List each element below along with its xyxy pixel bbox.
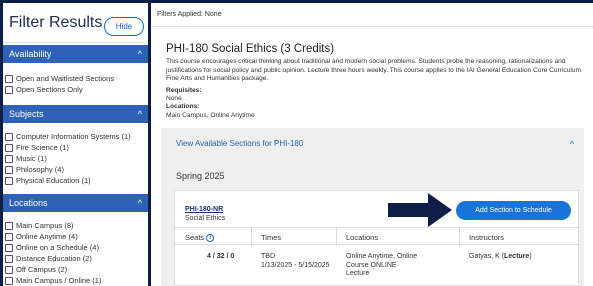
filter-option[interactable]: Open and Waitlisted Sections <box>5 73 146 84</box>
availability-section: Availability ^ Open and Waitlisted Secti… <box>3 45 148 105</box>
seats-value: 4 / 32 / 0 <box>207 253 235 260</box>
filter-option[interactable]: Physical Education (1) <box>5 175 146 186</box>
availability-toggle[interactable]: Availability ^ <box>3 45 148 63</box>
hide-filters-button[interactable]: Hide <box>104 17 144 36</box>
locations-label: Locations <box>9 198 48 208</box>
view-sections-link[interactable]: View Available Sections for PHI-180 <box>176 139 303 148</box>
table-row: 4 / 32 / 0 TBD 1/13/2025 - 5/15/2025 Onl… <box>175 247 578 286</box>
col-seats: Seats i <box>185 233 215 243</box>
checkbox[interactable] <box>5 85 13 94</box>
checkbox[interactable] <box>5 265 13 274</box>
option-label: Philosophy (4) <box>16 165 64 174</box>
divider <box>151 26 593 27</box>
chevron-up-icon: ^ <box>137 49 142 59</box>
checkbox[interactable] <box>5 243 13 252</box>
availability-label: Availability <box>9 49 52 59</box>
location-line: Lecture <box>346 270 370 277</box>
option-label: Fire Science (1) <box>16 143 69 152</box>
filter-option[interactable]: Main Campus / Online (1) <box>5 275 146 286</box>
filter-option[interactable]: Fire Science (1) <box>5 142 146 153</box>
checkbox[interactable] <box>5 276 13 285</box>
divider <box>336 228 337 246</box>
requisites-value: None <box>166 95 182 103</box>
col-locations: Locations <box>346 233 379 242</box>
arrow-icon <box>388 193 452 227</box>
chevron-up-icon: ^ <box>137 198 142 208</box>
filter-option[interactable]: Computer Information Systems (1) <box>5 131 146 142</box>
instructor-role: Lecture <box>504 253 530 260</box>
times-value: TBD 1/13/2025 - 5/15/2025 <box>261 253 330 270</box>
option-label: Online Anytime (4) <box>16 232 78 241</box>
col-times: Times <box>261 233 282 242</box>
chevron-up-icon: ^ <box>137 109 142 119</box>
section-card: PHI-180-NR Social Ethics Add Section to … <box>174 190 579 286</box>
subjects-section: Subjects ^ Computer Information Systems … <box>3 105 148 194</box>
subjects-label: Subjects <box>9 109 44 119</box>
add-section-button[interactable]: Add Section to Schedule <box>456 201 571 220</box>
filter-option[interactable]: Online on a Schedule (4) <box>5 242 146 253</box>
divider <box>459 228 460 246</box>
chevron-up-icon: ^ <box>569 138 574 149</box>
location-line: Online Anytime, Online <box>346 253 418 260</box>
filter-header: Filter Results Hide <box>3 3 148 43</box>
option-label: Main Campus / Online (1) <box>16 276 102 285</box>
term-label: Spring 2025 <box>176 171 225 181</box>
checkbox[interactable] <box>5 154 13 163</box>
section-table-header: Seats i Times Locations Instructors <box>175 227 578 246</box>
divider <box>251 228 252 246</box>
course-results: Filters Applied: None PHI-180 Social Eth… <box>151 3 593 286</box>
locations-section: Locations ^ Main Campus (8) Online Anyti… <box>3 194 148 286</box>
requisites-label: Requisites: <box>166 87 202 94</box>
checkbox[interactable] <box>5 143 13 152</box>
filters-applied: Filters Applied: None <box>157 11 222 18</box>
checkbox[interactable] <box>5 176 13 185</box>
option-label: Music (1) <box>16 154 47 163</box>
instructor-name: Gatyas, K ( <box>469 253 505 260</box>
checkbox[interactable] <box>5 74 13 83</box>
dates-line: 1/13/2025 - 5/15/2025 <box>261 261 330 269</box>
instructor-value: Gatyas, K (Lecture) <box>469 253 532 262</box>
option-label: Main Campus (8) <box>16 221 74 230</box>
instructor-close: ) <box>529 253 532 260</box>
subjects-toggle[interactable]: Subjects ^ <box>3 105 148 123</box>
checkbox[interactable] <box>5 165 13 174</box>
filter-option[interactable]: Main Campus (8) <box>5 220 146 231</box>
checkbox[interactable] <box>5 132 13 141</box>
checkbox[interactable] <box>5 232 13 241</box>
filter-option[interactable]: Off Campus (2) <box>5 264 146 275</box>
filter-option[interactable]: Philosophy (4) <box>5 164 146 175</box>
option-label: Open and Waitlisted Sections <box>16 74 115 83</box>
option-label: Distance Education (2) <box>16 254 92 263</box>
option-label: Online on a Schedule (4) <box>16 243 99 252</box>
seats-header: Seats <box>185 233 205 242</box>
available-sections-panel: View Available Sections for PHI-180 ^ Sp… <box>161 128 584 286</box>
option-label: Computer Information Systems (1) <box>16 132 131 141</box>
filter-option[interactable]: Distance Education (2) <box>5 253 146 264</box>
option-label: Off Campus (2) <box>16 265 68 274</box>
course-meta: Requisites: None Locations: Main Campus,… <box>166 87 255 120</box>
course-title: PHI-180 Social Ethics (3 Credits) <box>166 43 335 55</box>
locations-value: Online Anytime, Online Course ONLINE Lec… <box>346 253 417 279</box>
option-label: Open Sections Only <box>16 85 83 94</box>
checkbox[interactable] <box>5 221 13 230</box>
section-code-link[interactable]: PHI-180-NR <box>185 206 223 213</box>
checkbox[interactable] <box>5 254 13 263</box>
times-line: TBD <box>261 253 275 260</box>
filter-option[interactable]: Online Anytime (4) <box>5 231 146 242</box>
option-label: Physical Education (1) <box>16 176 91 185</box>
col-instructors: Instructors <box>469 233 505 242</box>
info-icon[interactable]: i <box>206 234 215 243</box>
locations-value: Main Campus, Online Anytime <box>166 111 255 119</box>
filter-title: Filter Results <box>9 14 103 31</box>
filter-sidebar: Filter Results Hide Availability ^ Open … <box>3 3 148 286</box>
view-sections-toggle[interactable]: View Available Sections for PHI-180 ^ <box>161 128 584 159</box>
locations-toggle[interactable]: Locations ^ <box>3 194 148 212</box>
section-name: Social Ethics <box>185 215 226 222</box>
locations-label: Locations: <box>166 103 200 111</box>
location-line: Course ONLINE <box>346 261 397 269</box>
filter-option[interactable]: Open Sections Only <box>5 84 146 95</box>
filter-option[interactable]: Music (1) <box>5 153 146 164</box>
course-description: This course encourages critical thinking… <box>166 58 582 83</box>
